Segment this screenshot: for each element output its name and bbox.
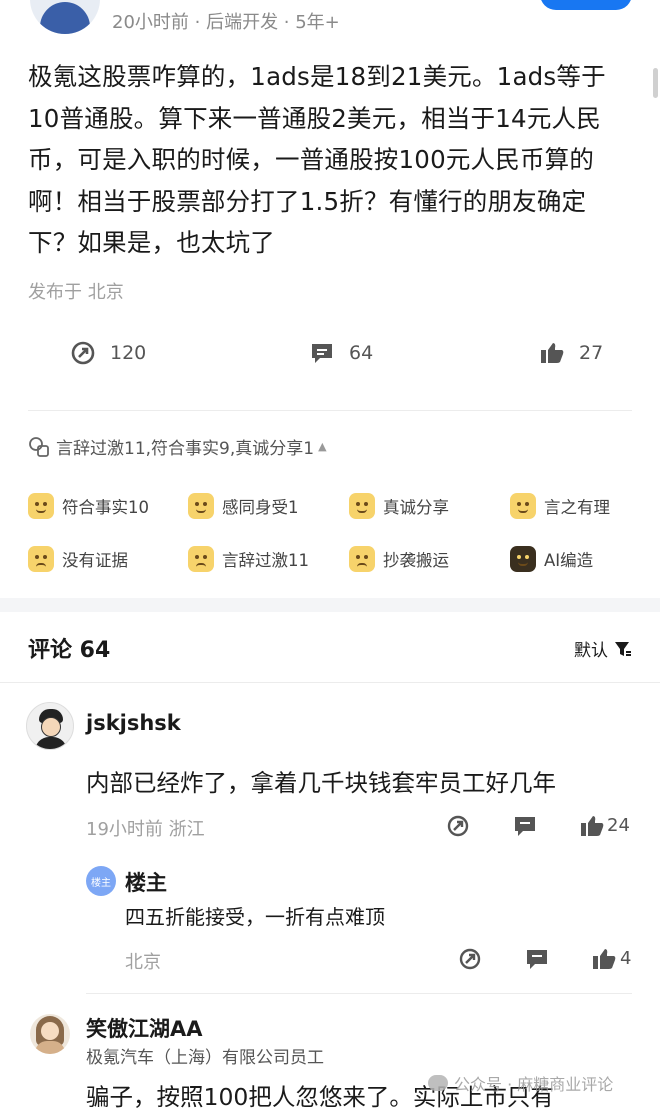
scrollbar[interactable] — [653, 68, 658, 98]
caret-up-icon: ▲ — [318, 440, 327, 453]
thumbs-up-icon[interactable] — [580, 814, 604, 838]
reaction-label: 感同身受1 — [222, 498, 299, 517]
reaction-label: AI编造 — [544, 551, 594, 570]
reaction-label: 真诚分享 — [383, 498, 449, 517]
comment-button[interactable]: 64 — [309, 340, 373, 366]
reaction-item[interactable]: 符合事实10 — [28, 493, 149, 519]
robot-emoji-icon — [510, 546, 536, 572]
reaction-item[interactable]: 言之有理 — [510, 493, 610, 519]
filter-icon — [615, 641, 631, 656]
reaction-item[interactable]: 没有证据 — [28, 546, 128, 572]
commenter-avatar[interactable] — [30, 1014, 70, 1054]
post-meta: 20小时前 · 后端开发 · 5年+ — [112, 12, 340, 33]
sort-dropdown[interactable]: 默认 — [574, 636, 632, 661]
follow-button[interactable] — [540, 0, 632, 10]
share-icon[interactable] — [458, 947, 482, 971]
reply-like-count: 4 — [620, 948, 632, 969]
share-count: 120 — [110, 342, 147, 364]
reply-text: 四五折能接受，一折有点难顶 — [125, 905, 385, 929]
post-action-row: 120 64 27 — [0, 340, 660, 380]
thumbs-up-icon — [541, 343, 564, 363]
reply-icon[interactable] — [513, 814, 537, 838]
comment-meta: 19小时前 浙江 — [86, 819, 205, 840]
share-icon[interactable] — [446, 814, 470, 838]
empathy-emoji-icon — [188, 493, 214, 519]
reaction-item[interactable]: 抄袭搬运 — [349, 546, 449, 572]
commenter-name[interactable]: jskjshsk — [86, 711, 181, 735]
comment-count: 64 — [349, 342, 374, 364]
reaction-label: 抄袭搬运 — [383, 551, 449, 570]
reply-meta: 北京 — [125, 952, 161, 973]
reaction-icon — [29, 436, 49, 457]
reaction-item[interactable]: AI编造 — [510, 546, 593, 572]
reaction-item[interactable]: 感同身受1 — [188, 493, 299, 519]
reaction-label: 没有证据 — [62, 551, 128, 570]
reaction-label: 符合事实10 — [62, 498, 149, 517]
comment-text: 内部已经炸了，拿着几千块钱套牢员工好几年 — [86, 769, 556, 797]
thumbs-up-icon[interactable] — [592, 947, 616, 971]
comment-icon — [312, 344, 332, 363]
post-body: 极氪这股票咋算的，1ads是18到21美元。1ads等于10普通股。算下来一普通… — [28, 62, 606, 257]
glasses-emoji-icon — [510, 493, 536, 519]
smile-emoji-icon — [28, 493, 54, 519]
reply-icon[interactable] — [525, 947, 549, 971]
divider — [28, 410, 632, 411]
sweat-emoji-icon — [28, 546, 54, 572]
reaction-item[interactable]: 真诚分享 — [349, 493, 449, 519]
comments-title: 评论 64 — [28, 638, 111, 663]
author-avatar[interactable] — [30, 0, 100, 34]
post-location: 发布于 北京 — [28, 282, 124, 303]
divider — [0, 682, 660, 683]
comment-like-count: 24 — [607, 815, 630, 836]
watermark: 公众号 · 麻糖商业评论 — [428, 1071, 613, 1095]
like-button[interactable]: 27 — [539, 340, 603, 366]
section-divider — [0, 598, 660, 612]
share-icon — [71, 341, 95, 365]
reaction-label: 言之有理 — [544, 498, 610, 517]
share-button[interactable]: 120 — [70, 340, 146, 366]
host-badge: 楼主 — [86, 866, 116, 896]
sort-label: 默认 — [574, 641, 608, 661]
divider — [86, 993, 632, 994]
wink-emoji-icon — [349, 493, 375, 519]
post-header: 20小时前 · 后端开发 · 5年+ — [0, 0, 660, 40]
angry-emoji-icon — [188, 546, 214, 572]
commenter-name[interactable]: 笑傲江湖AA — [86, 1013, 203, 1043]
commenter-company: 极氪汽车（上海）有限公司员工 — [86, 1048, 324, 1068]
reply-author[interactable]: 楼主 — [125, 867, 167, 897]
commenter-avatar[interactable] — [26, 702, 74, 750]
watermark-text: 公众号 · 麻糖商业评论 — [454, 1075, 614, 1094]
confused-emoji-icon — [349, 546, 375, 572]
like-count: 27 — [579, 342, 604, 364]
reaction-item[interactable]: 言辞过激11 — [188, 546, 309, 572]
reaction-label: 言辞过激11 — [222, 551, 309, 570]
wechat-icon — [428, 1075, 448, 1091]
reaction-summary[interactable]: 言辞过激11,符合事实9,真诚分享1 ▲ — [28, 434, 327, 459]
reaction-summary-text: 言辞过激11,符合事实9,真诚分享1 — [56, 439, 315, 459]
